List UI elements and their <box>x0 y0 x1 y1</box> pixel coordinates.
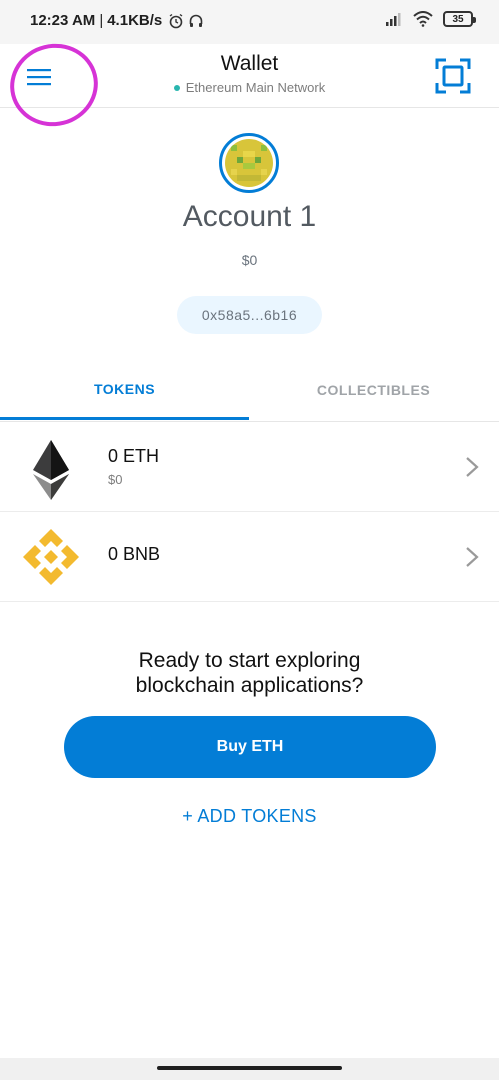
buy-eth-button[interactable]: Buy ETH <box>64 716 436 778</box>
battery-icon: 35 <box>443 11 476 27</box>
status-indicators: 35 <box>385 11 476 27</box>
token-amount: 0 BNB <box>108 544 161 564</box>
status-separator: | <box>99 12 104 29</box>
account-avatar[interactable] <box>219 133 279 193</box>
wifi-icon <box>413 11 433 27</box>
ethereum-logo-icon <box>33 440 69 500</box>
tab-tokens[interactable]: TOKENS <box>0 360 249 420</box>
headphones-icon <box>189 14 203 27</box>
token-row-bnb[interactable]: 0 BNB <box>0 512 499 602</box>
binance-logo-icon <box>23 529 79 585</box>
status-bar: 12:23 AM | 4.1KB/s 35 <box>0 0 499 44</box>
home-gesture-handle[interactable] <box>157 1066 342 1070</box>
network-indicator[interactable]: Ethereum Main Network <box>0 80 499 95</box>
token-row-eth[interactable]: 0 ETH $0 <box>0 422 499 512</box>
identicon <box>225 139 273 187</box>
qr-scan-button[interactable] <box>435 58 471 94</box>
asset-tabs: TOKENS COLLECTIBLES <box>0 360 499 422</box>
status-time: 12:23 AM <box>30 12 96 29</box>
explore-prompt: Ready to start exploring blockchain appl… <box>0 648 499 698</box>
network-status-dot <box>173 84 180 91</box>
explore-line-1: Ready to start exploring <box>138 649 361 672</box>
identicon-icon <box>225 139 273 187</box>
account-address-button[interactable]: 0x58a5...6b16 <box>177 296 322 334</box>
status-speed: 4.1KB/s <box>107 12 163 29</box>
wallet-header: Wallet Ethereum Main Network <box>0 34 499 136</box>
token-amount: 0 ETH <box>108 446 160 466</box>
token-fiat-value: $0 <box>108 472 123 487</box>
account-balance: $0 <box>241 252 258 268</box>
network-name: Ethereum Main Network <box>185 80 326 95</box>
scan-icon <box>435 58 471 94</box>
chevron-right-icon <box>466 547 479 567</box>
explore-line-2: blockchain applications? <box>135 674 364 697</box>
tab-collectibles[interactable]: COLLECTIBLES <box>249 360 498 420</box>
status-info: 12:23 AM | 4.1KB/s <box>30 12 204 29</box>
add-tokens-link[interactable]: + ADD TOKENS <box>0 806 499 827</box>
alarm-icon <box>169 13 183 28</box>
signal-icon <box>386 13 401 26</box>
chevron-right-icon <box>466 457 479 477</box>
page-title: Wallet <box>220 52 279 75</box>
account-name[interactable]: Account 1 <box>0 200 499 234</box>
battery-level: 35 <box>452 13 464 25</box>
navigation-gesture-bar <box>0 1058 499 1080</box>
